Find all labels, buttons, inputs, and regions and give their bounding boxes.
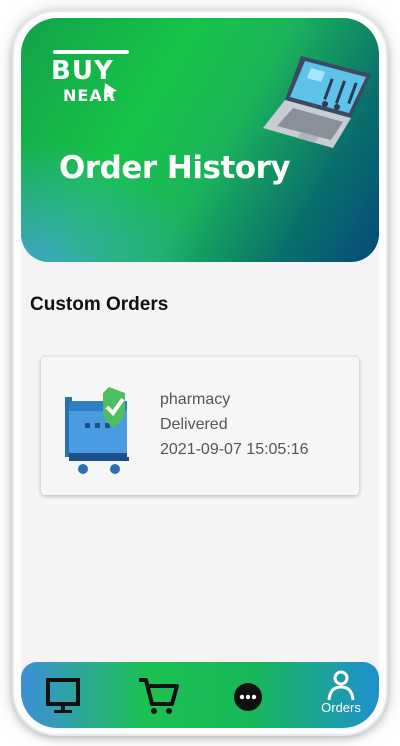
page-title: Order History <box>59 150 291 186</box>
bottom-navigation: Orders <box>21 662 379 728</box>
nav-more[interactable] <box>223 670 273 720</box>
order-status: Delivered <box>160 416 228 433</box>
nav-home[interactable] <box>39 670 89 720</box>
cart-check-icon <box>65 387 129 474</box>
app-screen: BUY NEAR Order History Custom Orders pha… <box>21 18 379 728</box>
cursor-icon <box>104 83 117 99</box>
order-details: pharmacy Delivered 2021-09-07 15:05:16 <box>160 387 309 462</box>
more-icon <box>234 683 262 711</box>
logo-cart-handle <box>53 50 129 54</box>
nav-orders-label: Orders <box>321 700 361 715</box>
nav-orders[interactable]: Orders <box>316 670 366 720</box>
buy-near-logo: BUY NEAR <box>47 42 131 112</box>
cart-icon <box>139 678 179 714</box>
order-category: pharmacy <box>160 391 231 408</box>
order-card[interactable]: pharmacy Delivered 2021-09-07 15:05:16 <box>41 357 359 495</box>
header-banner: BUY NEAR Order History <box>21 18 379 262</box>
nav-cart[interactable] <box>133 670 183 720</box>
order-datetime: 2021-09-07 15:05:16 <box>160 441 309 458</box>
section-title: Custom Orders <box>30 294 169 315</box>
laptop-illustration-icon <box>263 56 371 148</box>
user-icon <box>327 670 355 701</box>
monitor-icon <box>46 678 80 713</box>
phone-frame: BUY NEAR Order History Custom Orders pha… <box>14 12 386 734</box>
